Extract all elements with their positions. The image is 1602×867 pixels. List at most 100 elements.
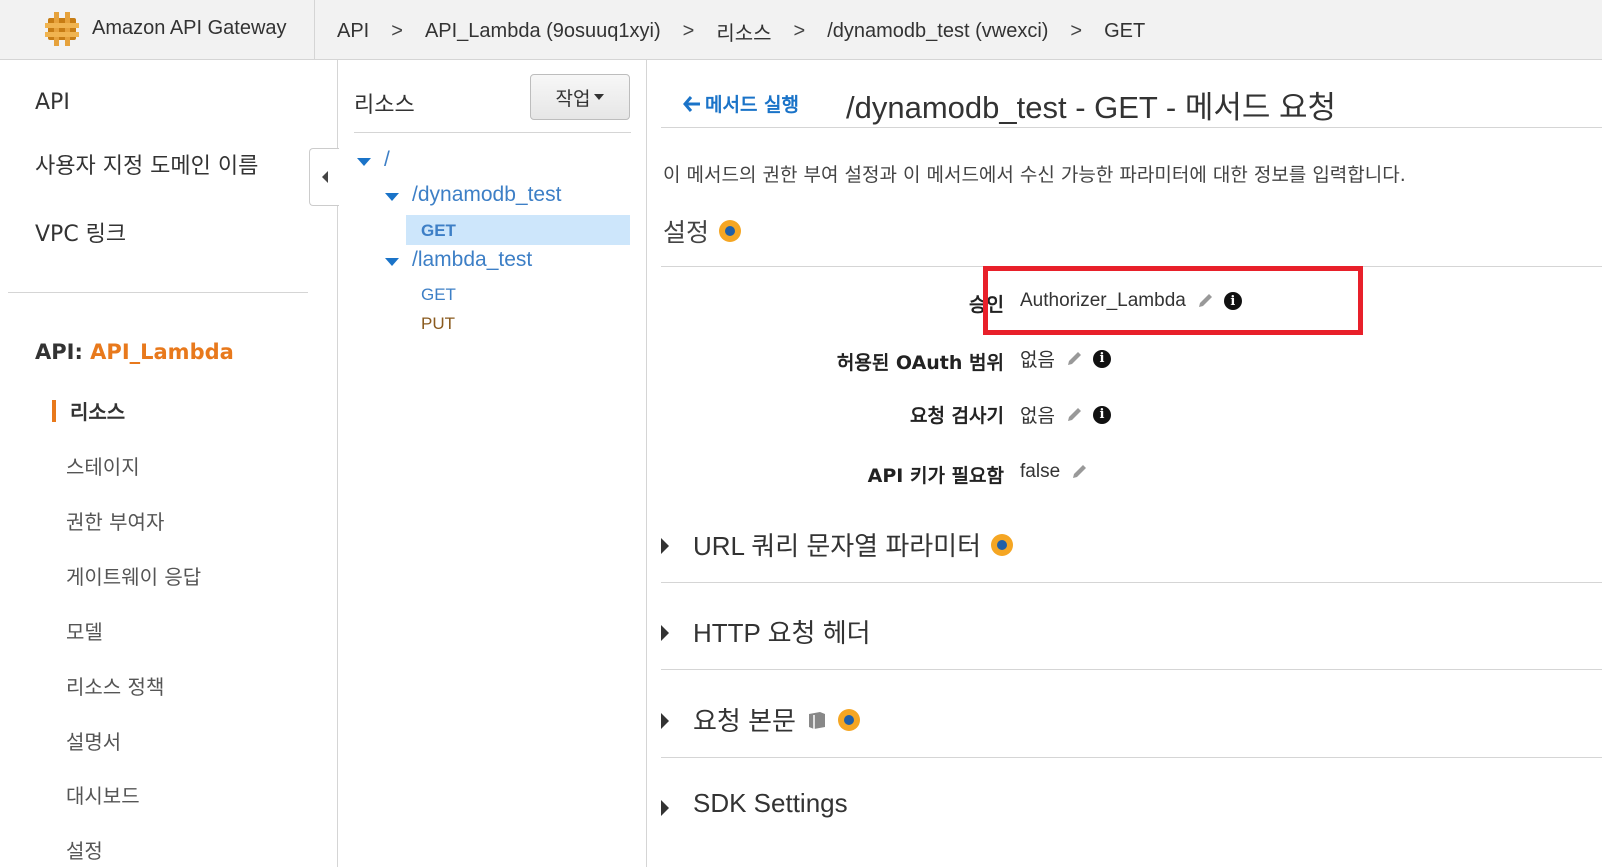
settings-divider	[661, 266, 1602, 267]
section-sdk-settings[interactable]: SDK Settings	[661, 766, 1602, 852]
tree-root[interactable]: /	[384, 148, 390, 172]
authorization-value: Authorizer_Lambda i	[1020, 290, 1242, 312]
pencil-icon[interactable]	[1065, 406, 1083, 424]
api-key-required-value-text: false	[1020, 461, 1061, 482]
actions-dropdown-button[interactable]: 작업	[530, 74, 630, 120]
resource-panel-title: 리소스	[354, 93, 415, 118]
oauth-scopes-value: 없음 i	[1020, 345, 1111, 372]
nav-divider	[8, 292, 308, 293]
resource-divider	[354, 132, 631, 133]
nav-sub-resource-policy[interactable]: 리소스 정책	[66, 671, 164, 700]
section-title: HTTP 요청 헤더	[693, 613, 871, 650]
book-icon[interactable]	[806, 710, 828, 730]
page-title: /dynamodb_test - GET - 메서드 요청	[846, 90, 1337, 125]
oauth-scopes-value-text: 없음	[1020, 350, 1055, 371]
section-title: URL 쿼리 문자열 파라미터	[693, 526, 1013, 563]
section-divider	[661, 669, 1602, 670]
main-content: 메서드 실행 /dynamodb_test - GET - 메서드 요청 이 메…	[648, 60, 1602, 867]
caret-right-icon	[661, 625, 669, 641]
breadcrumb-separator: >	[793, 20, 806, 42]
brand-name[interactable]: Amazon API Gateway	[92, 17, 287, 40]
page-description: 이 메서드의 권한 부여 설정과 이 메서드에서 수신 가능한 파라미터에 대한…	[663, 164, 1406, 186]
section-title-label: HTTP 요청 헤더	[693, 618, 871, 648]
request-validator-value-text: 없음	[1020, 406, 1055, 427]
arrow-left-icon	[683, 95, 700, 112]
tree-expand-icon[interactable]	[357, 158, 371, 166]
info-dot-icon[interactable]	[837, 708, 860, 731]
method-execution-back-link[interactable]: 메서드 실행	[683, 90, 799, 117]
caret-right-icon	[661, 713, 669, 729]
info-icon[interactable]: i	[1223, 292, 1242, 310]
nav-sub-gateway-responses[interactable]: 게이트웨이 응답	[66, 561, 201, 590]
breadcrumb-resources[interactable]: 리소스	[716, 17, 771, 46]
section-url-query-params[interactable]: URL 쿼리 문자열 파라미터	[661, 504, 1602, 590]
request-validator-label: 요청 검사기	[909, 405, 1004, 427]
tree-method-lambda-get[interactable]: GET	[421, 285, 456, 305]
breadcrumb-api-lambda[interactable]: API_Lambda (9osuuq1xyi)	[425, 20, 661, 43]
left-navigation: API 사용자 지정 도메인 이름 VPC 링크 API: API_Lambda…	[0, 60, 339, 867]
api-label-prefix: API:	[35, 340, 83, 364]
tree-node-dynamodb-test[interactable]: /dynamodb_test	[412, 183, 561, 207]
nav-sub-settings[interactable]: 설정	[66, 835, 103, 864]
pencil-icon[interactable]	[1070, 463, 1088, 481]
caret-down-icon	[594, 94, 605, 100]
section-title-label: SDK Settings	[693, 788, 848, 818]
caret-right-icon	[661, 800, 669, 816]
nav-item-custom-domain[interactable]: 사용자 지정 도메인 이름	[35, 148, 258, 180]
oauth-scopes-label: 허용된 OAuth 범위	[836, 352, 1004, 374]
back-link-label: 메서드 실행	[705, 94, 800, 116]
collapse-nav-button[interactable]	[309, 148, 339, 206]
breadcrumb-api[interactable]: API	[337, 20, 369, 43]
api-label: API: API_Lambda	[35, 340, 234, 364]
settings-title: 설정	[663, 213, 742, 249]
request-validator-value: 없음 i	[1020, 401, 1111, 428]
tree-method-dynamodb-get[interactable]: GET	[421, 221, 456, 241]
section-request-body[interactable]: 요청 본문	[661, 679, 1602, 765]
nav-sub-stages[interactable]: 스테이지	[66, 451, 140, 480]
breadcrumb-dynamodb-test[interactable]: /dynamodb_test (vwexci)	[827, 20, 1048, 43]
breadcrumb-separator: >	[682, 20, 695, 42]
pencil-icon[interactable]	[1065, 350, 1083, 368]
info-icon[interactable]: i	[1092, 405, 1111, 424]
caret-right-icon	[661, 538, 669, 554]
top-bar: Amazon API Gateway API > API_Lambda (9os…	[0, 0, 1602, 60]
info-icon[interactable]: i	[1092, 349, 1111, 368]
section-title-label: 요청 본문	[693, 706, 796, 736]
breadcrumb-separator: >	[391, 20, 403, 42]
section-divider	[661, 582, 1602, 583]
breadcrumb-get: GET	[1104, 20, 1146, 42]
actions-label: 작업	[555, 87, 591, 110]
settings-title-label: 설정	[663, 218, 710, 247]
api-key-required-value: false	[1020, 461, 1088, 483]
tree-method-lambda-put[interactable]: PUT	[421, 314, 455, 334]
authorization-value-text: Authorizer_Lambda	[1020, 290, 1186, 311]
section-title: SDK Settings	[693, 788, 848, 819]
section-http-request-headers[interactable]: HTTP 요청 헤더	[661, 591, 1602, 677]
caret-left-icon	[321, 171, 328, 183]
nav-sub-models[interactable]: 모델	[66, 616, 103, 645]
section-title-label: URL 쿼리 문자열 파라미터	[693, 531, 981, 561]
nav-sub-authorizers[interactable]: 권한 부여자	[66, 506, 164, 535]
nav-item-api[interactable]: API	[35, 90, 70, 115]
top-bar-divider	[314, 0, 315, 60]
api-gateway-logo-icon[interactable]	[45, 10, 79, 48]
nav-sub-dashboard[interactable]: 대시보드	[66, 780, 140, 809]
resource-panel: 리소스 작업 / /dynamodb_test GET /lambda_test…	[339, 60, 647, 867]
section-divider	[661, 757, 1602, 758]
info-dot-icon[interactable]	[719, 220, 742, 242]
api-key-required-label: API 키가 필요함	[867, 465, 1004, 487]
breadcrumb-separator: >	[1070, 20, 1083, 42]
section-title: 요청 본문	[693, 701, 860, 738]
nav-item-vpc-link[interactable]: VPC 링크	[35, 216, 126, 248]
authorization-label: 승인	[969, 294, 1004, 316]
nav-sub-resources[interactable]: 리소스	[70, 396, 125, 425]
active-indicator	[52, 400, 56, 422]
nav-sub-documentation[interactable]: 설명서	[66, 726, 121, 755]
title-divider	[661, 127, 1602, 128]
info-dot-icon[interactable]	[991, 533, 1013, 556]
pencil-icon[interactable]	[1196, 292, 1214, 310]
tree-node-lambda-test[interactable]: /lambda_test	[412, 248, 532, 272]
api-name[interactable]: API_Lambda	[90, 340, 234, 364]
tree-expand-icon[interactable]	[385, 193, 399, 201]
tree-expand-icon[interactable]	[385, 258, 399, 266]
